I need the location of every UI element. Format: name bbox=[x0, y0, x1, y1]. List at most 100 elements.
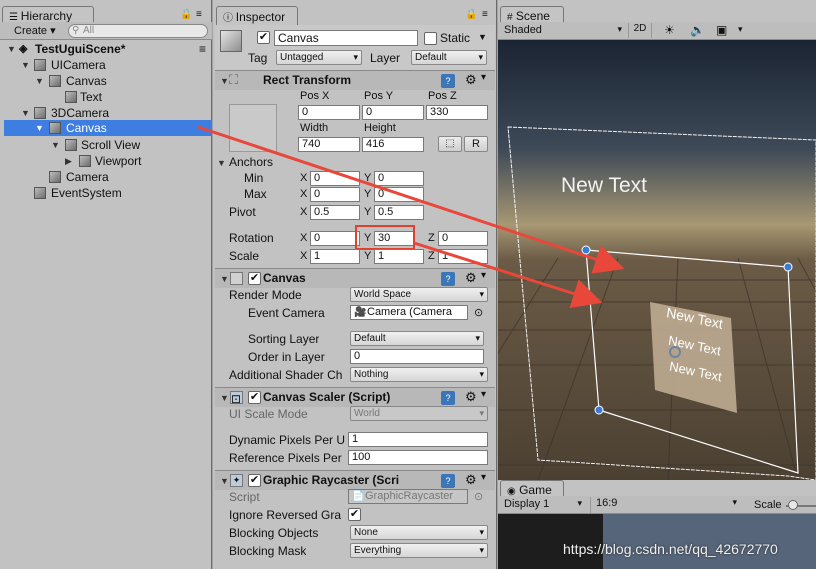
expand-icon[interactable]: ▼ bbox=[21, 57, 30, 73]
anchor-preset-box[interactable] bbox=[229, 104, 277, 152]
blocking-objects-dropdown[interactable]: None bbox=[350, 525, 488, 540]
object-name-field[interactable]: Canvas bbox=[274, 30, 418, 46]
hierarchy-item-uicamera[interactable]: ▼ UICamera bbox=[5, 57, 208, 73]
tab-inspector[interactable]: ⓘ Inspector bbox=[216, 6, 298, 25]
2d-toggle[interactable]: 2D bbox=[628, 23, 652, 38]
tag-dropdown[interactable]: Untagged bbox=[276, 50, 362, 65]
blocking-mask-dropdown[interactable]: Everything bbox=[350, 543, 488, 558]
scale-x-field[interactable]: 1 bbox=[310, 249, 360, 264]
help-icon[interactable]: ? bbox=[441, 391, 455, 405]
expand-icon[interactable]: ▼ bbox=[7, 41, 16, 57]
lighting-icon[interactable]: ☀ bbox=[664, 23, 675, 37]
rotation-x-field[interactable]: 0 bbox=[310, 231, 360, 246]
canvas-scaler-enabled-checkbox[interactable]: ✔ bbox=[248, 391, 261, 404]
collapse-icon[interactable]: ▼ bbox=[220, 274, 229, 284]
scene-viewport[interactable]: New Text New Text New Text New Text bbox=[498, 40, 816, 480]
rect-handle[interactable] bbox=[581, 245, 591, 255]
raw-edit-button[interactable]: R bbox=[464, 136, 488, 152]
overflow-icon[interactable]: ▾ bbox=[481, 270, 486, 281]
expand-icon[interactable]: ▼ bbox=[35, 73, 44, 89]
ignore-reversed-checkbox[interactable]: ✔ bbox=[348, 508, 361, 521]
sorting-layer-dropdown[interactable]: Default bbox=[350, 331, 484, 346]
pos-z-field[interactable]: 330 bbox=[426, 105, 488, 120]
scale-z-field[interactable]: 1 bbox=[438, 249, 488, 264]
chevron-down-icon[interactable]: ▾ bbox=[738, 24, 743, 35]
static-checkbox[interactable] bbox=[424, 32, 437, 45]
canvas-component-header[interactable]: ▼ ✔ Canvas ? ⚙ ▾ bbox=[215, 268, 495, 288]
aspect-dropdown[interactable]: 16:9 ▾ bbox=[590, 497, 740, 513]
width-field[interactable]: 740 bbox=[298, 137, 360, 152]
object-picker-icon[interactable]: ⊙ bbox=[474, 306, 483, 319]
height-field[interactable]: 416 bbox=[362, 137, 424, 152]
hierarchy-item-eventsystem[interactable]: EventSystem bbox=[5, 185, 208, 201]
dynamic-pixels-field[interactable]: 1 bbox=[348, 432, 488, 447]
collapse-icon[interactable]: ▼ bbox=[220, 476, 229, 486]
overflow-icon[interactable]: ▾ bbox=[481, 472, 486, 483]
shading-dropdown[interactable]: Shaded ▾ bbox=[504, 24, 622, 36]
static-dropdown-icon[interactable]: ▼ bbox=[478, 32, 487, 42]
blueprint-button[interactable]: ⬚ bbox=[438, 136, 462, 152]
raycaster-enabled-checkbox[interactable]: ✔ bbox=[248, 474, 261, 487]
active-checkbox[interactable]: ✔ bbox=[257, 31, 270, 44]
reference-pixels-field[interactable]: 100 bbox=[348, 450, 488, 465]
rect-transform-header[interactable]: ▼ ⛶ Rect Transform ? ⚙ ▾ bbox=[215, 70, 495, 90]
pos-x-field[interactable]: 0 bbox=[298, 105, 360, 120]
hierarchy-item-viewport[interactable]: ▶ Viewport bbox=[5, 153, 208, 169]
help-icon[interactable]: ? bbox=[441, 474, 455, 488]
additional-shader-dropdown[interactable]: Nothing bbox=[350, 367, 488, 382]
collapse-icon[interactable]: ▼ bbox=[217, 158, 226, 168]
pos-y-field[interactable]: 0 bbox=[362, 105, 424, 120]
render-mode-dropdown[interactable]: World Space bbox=[350, 287, 488, 302]
help-icon[interactable]: ? bbox=[441, 272, 455, 286]
menu-icon[interactable]: ≡ bbox=[482, 9, 488, 20]
rect-handle[interactable] bbox=[594, 405, 604, 415]
expand-icon[interactable]: ▶ bbox=[65, 153, 72, 169]
lock-icon[interactable]: 🔒 bbox=[180, 9, 192, 20]
rect-handle[interactable] bbox=[783, 262, 793, 272]
chevron-down-icon: ▾ bbox=[617, 24, 622, 34]
settings-icon[interactable]: ⚙ bbox=[465, 72, 477, 88]
collapse-icon[interactable]: ▼ bbox=[220, 76, 229, 86]
scene-row[interactable]: ▼ ◈ TestUguiScene* ≡ bbox=[5, 41, 208, 57]
rotation-z-field[interactable]: 0 bbox=[438, 231, 488, 246]
settings-icon[interactable]: ⚙ bbox=[465, 270, 477, 286]
search-input[interactable]: ⚲ All bbox=[68, 24, 208, 38]
expand-icon[interactable]: ▼ bbox=[35, 120, 44, 136]
hierarchy-item-text[interactable]: Text bbox=[5, 89, 208, 105]
overflow-icon[interactable]: ▾ bbox=[481, 389, 486, 400]
hierarchy-item-3dcamera[interactable]: ▼ 3DCamera bbox=[5, 105, 208, 121]
canvas-scaler-header[interactable]: ▼ ⊡ ✔ Canvas Scaler (Script) ? ⚙ ▾ bbox=[215, 387, 495, 407]
pivot-y-field[interactable]: 0.5 bbox=[374, 205, 424, 220]
hierarchy-item-scroll-view[interactable]: ▼ Scroll View bbox=[5, 137, 208, 153]
scale-slider-thumb[interactable] bbox=[788, 500, 798, 510]
settings-icon[interactable]: ⚙ bbox=[465, 472, 477, 488]
audio-icon[interactable]: 🔊 bbox=[690, 23, 705, 37]
expand-icon[interactable]: ▼ bbox=[21, 105, 30, 121]
display-dropdown[interactable]: Display 1 ▾ bbox=[504, 498, 584, 510]
settings-icon[interactable]: ⚙ bbox=[465, 389, 477, 405]
collapse-icon[interactable]: ▼ bbox=[220, 393, 229, 403]
overflow-icon[interactable]: ▾ bbox=[481, 72, 486, 83]
menu-icon[interactable]: ≡ bbox=[199, 41, 206, 57]
help-icon[interactable]: ? bbox=[441, 74, 455, 88]
scene-new-text-large: New Text bbox=[561, 174, 647, 197]
canvas-enabled-checkbox[interactable]: ✔ bbox=[248, 272, 261, 285]
effects-icon[interactable]: ▣ bbox=[716, 23, 727, 37]
hierarchy-item-canvas-ui[interactable]: ▼ Canvas bbox=[5, 73, 208, 89]
menu-icon[interactable]: ≡ bbox=[196, 9, 202, 20]
layer-dropdown[interactable]: Default bbox=[411, 50, 487, 65]
anchor-max-y-field[interactable]: 0 bbox=[374, 187, 424, 202]
order-in-layer-field[interactable]: 0 bbox=[350, 349, 484, 364]
hierarchy-item-canvas-selected[interactable]: ▼ Canvas bbox=[4, 120, 212, 136]
hierarchy-item-camera[interactable]: Camera bbox=[5, 169, 208, 185]
pivot-x-field[interactable]: 0.5 bbox=[310, 205, 360, 220]
event-camera-field[interactable]: 🎥 Camera (Camera bbox=[350, 305, 468, 320]
lock-icon[interactable]: 🔒 bbox=[465, 9, 477, 20]
graphic-raycaster-header[interactable]: ▼ ✦ ✔ Graphic Raycaster (Scri ? ⚙ ▾ bbox=[215, 470, 495, 490]
anchor-min-x-field[interactable]: 0 bbox=[310, 171, 360, 186]
create-button[interactable]: Create ▾ bbox=[14, 24, 56, 37]
anchor-max-x-field[interactable]: 0 bbox=[310, 187, 360, 202]
anchor-min-y-field[interactable]: 0 bbox=[374, 171, 424, 186]
expand-icon[interactable]: ▼ bbox=[51, 137, 60, 153]
scale-y-field[interactable]: 1 bbox=[374, 249, 424, 264]
